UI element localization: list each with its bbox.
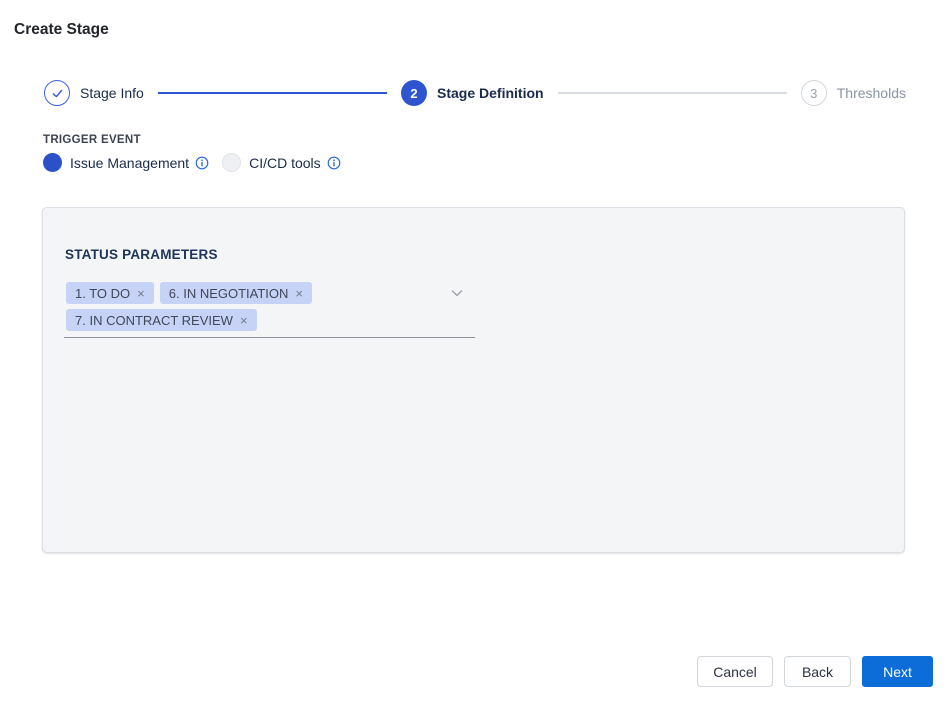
cancel-button[interactable]: Cancel (697, 656, 773, 687)
trigger-event-section: TRIGGER EVENT Issue Management CI/CD too… (43, 134, 341, 172)
stepper-connector (158, 92, 387, 94)
radio-label: CI/CD tools (249, 155, 321, 171)
info-icon[interactable] (195, 156, 209, 170)
status-tag: 6. IN NEGOTIATION × (160, 282, 312, 304)
step-thresholds[interactable]: 3 Thresholds (801, 80, 906, 106)
radio-label: Issue Management (70, 155, 189, 171)
step-label: Stage Definition (437, 85, 544, 101)
wizard-footer: Cancel Back Next (697, 656, 933, 687)
info-icon[interactable] (327, 156, 341, 170)
trigger-event-label: TRIGGER EVENT (43, 134, 341, 146)
step-stage-definition[interactable]: 2 Stage Definition (401, 80, 544, 106)
chevron-down-icon[interactable] (449, 285, 465, 301)
remove-tag-icon[interactable]: × (137, 287, 145, 300)
trigger-radio-group: Issue Management CI/CD tools (43, 153, 341, 172)
remove-tag-icon[interactable]: × (295, 287, 303, 300)
step-label: Thresholds (837, 85, 906, 101)
status-parameters-title: STATUS PARAMETERS (65, 247, 218, 262)
check-icon (50, 86, 65, 101)
status-parameters-panel: STATUS PARAMETERS 1. TO DO × 6. IN NEGOT… (42, 207, 905, 553)
status-tag: 1. TO DO × (66, 282, 154, 304)
step-number-circle: 2 (401, 80, 427, 106)
back-button[interactable]: Back (784, 656, 851, 687)
step-done-circle (44, 80, 70, 106)
status-tag: 7. IN CONTRACT REVIEW × (66, 309, 257, 331)
next-button[interactable]: Next (862, 656, 933, 687)
status-tag-label: 1. TO DO (75, 286, 130, 301)
radio-unselected-icon[interactable] (222, 153, 241, 172)
status-tag-label: 7. IN CONTRACT REVIEW (75, 313, 233, 328)
radio-selected-icon[interactable] (43, 153, 62, 172)
page-title: Create Stage (14, 21, 109, 39)
wizard-stepper: Stage Info 2 Stage Definition 3 Threshol… (44, 80, 906, 106)
status-tag-label: 6. IN NEGOTIATION (169, 286, 289, 301)
step-stage-info[interactable]: Stage Info (44, 80, 144, 106)
step-label: Stage Info (80, 85, 144, 101)
radio-option-issue-management[interactable]: Issue Management (43, 153, 209, 172)
step-number-circle: 3 (801, 80, 827, 106)
stepper-connector (558, 92, 787, 94)
remove-tag-icon[interactable]: × (240, 314, 248, 327)
status-multiselect[interactable]: 1. TO DO × 6. IN NEGOTIATION × 7. IN CON… (64, 278, 475, 338)
selected-tags: 1. TO DO × 6. IN NEGOTIATION × 7. IN CON… (66, 282, 435, 331)
radio-option-cicd-tools[interactable]: CI/CD tools (222, 153, 341, 172)
